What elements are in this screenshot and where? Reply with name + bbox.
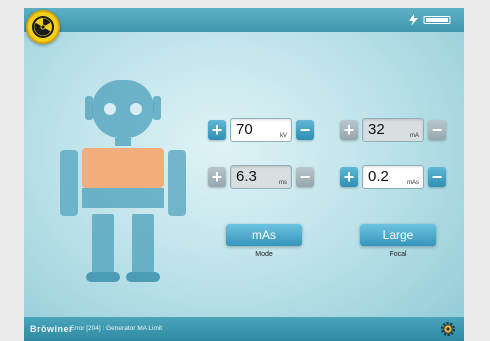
robot-body bbox=[82, 188, 164, 208]
ma-increase-button[interactable]: + bbox=[340, 120, 358, 140]
ma-control: + 32 mA − bbox=[340, 118, 446, 142]
robot-arm-left bbox=[60, 150, 78, 216]
robot-chest bbox=[82, 148, 164, 188]
radiation-button[interactable] bbox=[26, 10, 60, 44]
robot-foot-left bbox=[86, 272, 120, 282]
ms-value: 6.3 bbox=[236, 168, 257, 185]
ms-control: + 6.3 ms − bbox=[208, 165, 314, 189]
ma-unit: mA bbox=[410, 133, 419, 139]
ms-decrease-button[interactable]: − bbox=[296, 167, 314, 187]
kv-value: 70 bbox=[236, 121, 253, 138]
robot-leg-left bbox=[92, 214, 114, 280]
bolt-icon bbox=[409, 14, 418, 26]
top-bar bbox=[24, 8, 464, 32]
kv-unit: kV bbox=[279, 133, 287, 139]
robot-head bbox=[92, 80, 154, 138]
mode-caption: Mode bbox=[255, 251, 273, 258]
robot-ear-right bbox=[153, 96, 161, 120]
mas-field[interactable]: 0.2 mAs bbox=[362, 165, 424, 189]
focal-caption: Focal bbox=[389, 251, 407, 258]
brand-logo: Brōwiner bbox=[30, 324, 74, 334]
robot-leg-right bbox=[132, 214, 154, 280]
ms-increase-button[interactable]: + bbox=[208, 167, 226, 187]
status-icons bbox=[409, 14, 451, 26]
bottom-bar: Brōwiner Error [204] : Generator MA Limi… bbox=[24, 317, 464, 341]
ma-value: 32 bbox=[368, 121, 385, 138]
focal-button[interactable]: Large bbox=[360, 224, 436, 246]
kv-control: + 70 kV − bbox=[208, 118, 314, 142]
mas-decrease-button[interactable]: − bbox=[428, 167, 446, 187]
error-message: Error [204] : Generator MA Limit bbox=[70, 325, 163, 332]
kv-increase-button[interactable]: + bbox=[208, 120, 226, 140]
mas-value: 0.2 bbox=[368, 168, 389, 185]
app-window: + 70 kV − + 32 mA − + 6.3 ms − + 0.2 mAs… bbox=[24, 8, 464, 341]
robot-ear-left bbox=[85, 96, 93, 120]
radiation-icon bbox=[32, 16, 54, 38]
robot-arm-right bbox=[168, 150, 186, 216]
kv-field[interactable]: 70 kV bbox=[230, 118, 292, 142]
mode-button[interactable]: mAs bbox=[226, 224, 302, 246]
ms-field[interactable]: 6.3 ms bbox=[230, 165, 292, 189]
robot-eye-right bbox=[130, 103, 142, 115]
ms-unit: ms bbox=[279, 180, 287, 186]
mas-control: + 0.2 mAs − bbox=[340, 165, 446, 189]
ma-decrease-button[interactable]: − bbox=[428, 120, 446, 140]
ma-field[interactable]: 32 mA bbox=[362, 118, 424, 142]
gear-icon[interactable] bbox=[440, 321, 456, 337]
robot-neck bbox=[115, 138, 131, 146]
robot-foot-right bbox=[126, 272, 160, 282]
robot-eye-left bbox=[104, 103, 116, 115]
mas-unit: mAs bbox=[407, 180, 419, 186]
kv-decrease-button[interactable]: − bbox=[296, 120, 314, 140]
robot-illustration bbox=[60, 80, 186, 282]
mas-increase-button[interactable]: + bbox=[340, 167, 358, 187]
